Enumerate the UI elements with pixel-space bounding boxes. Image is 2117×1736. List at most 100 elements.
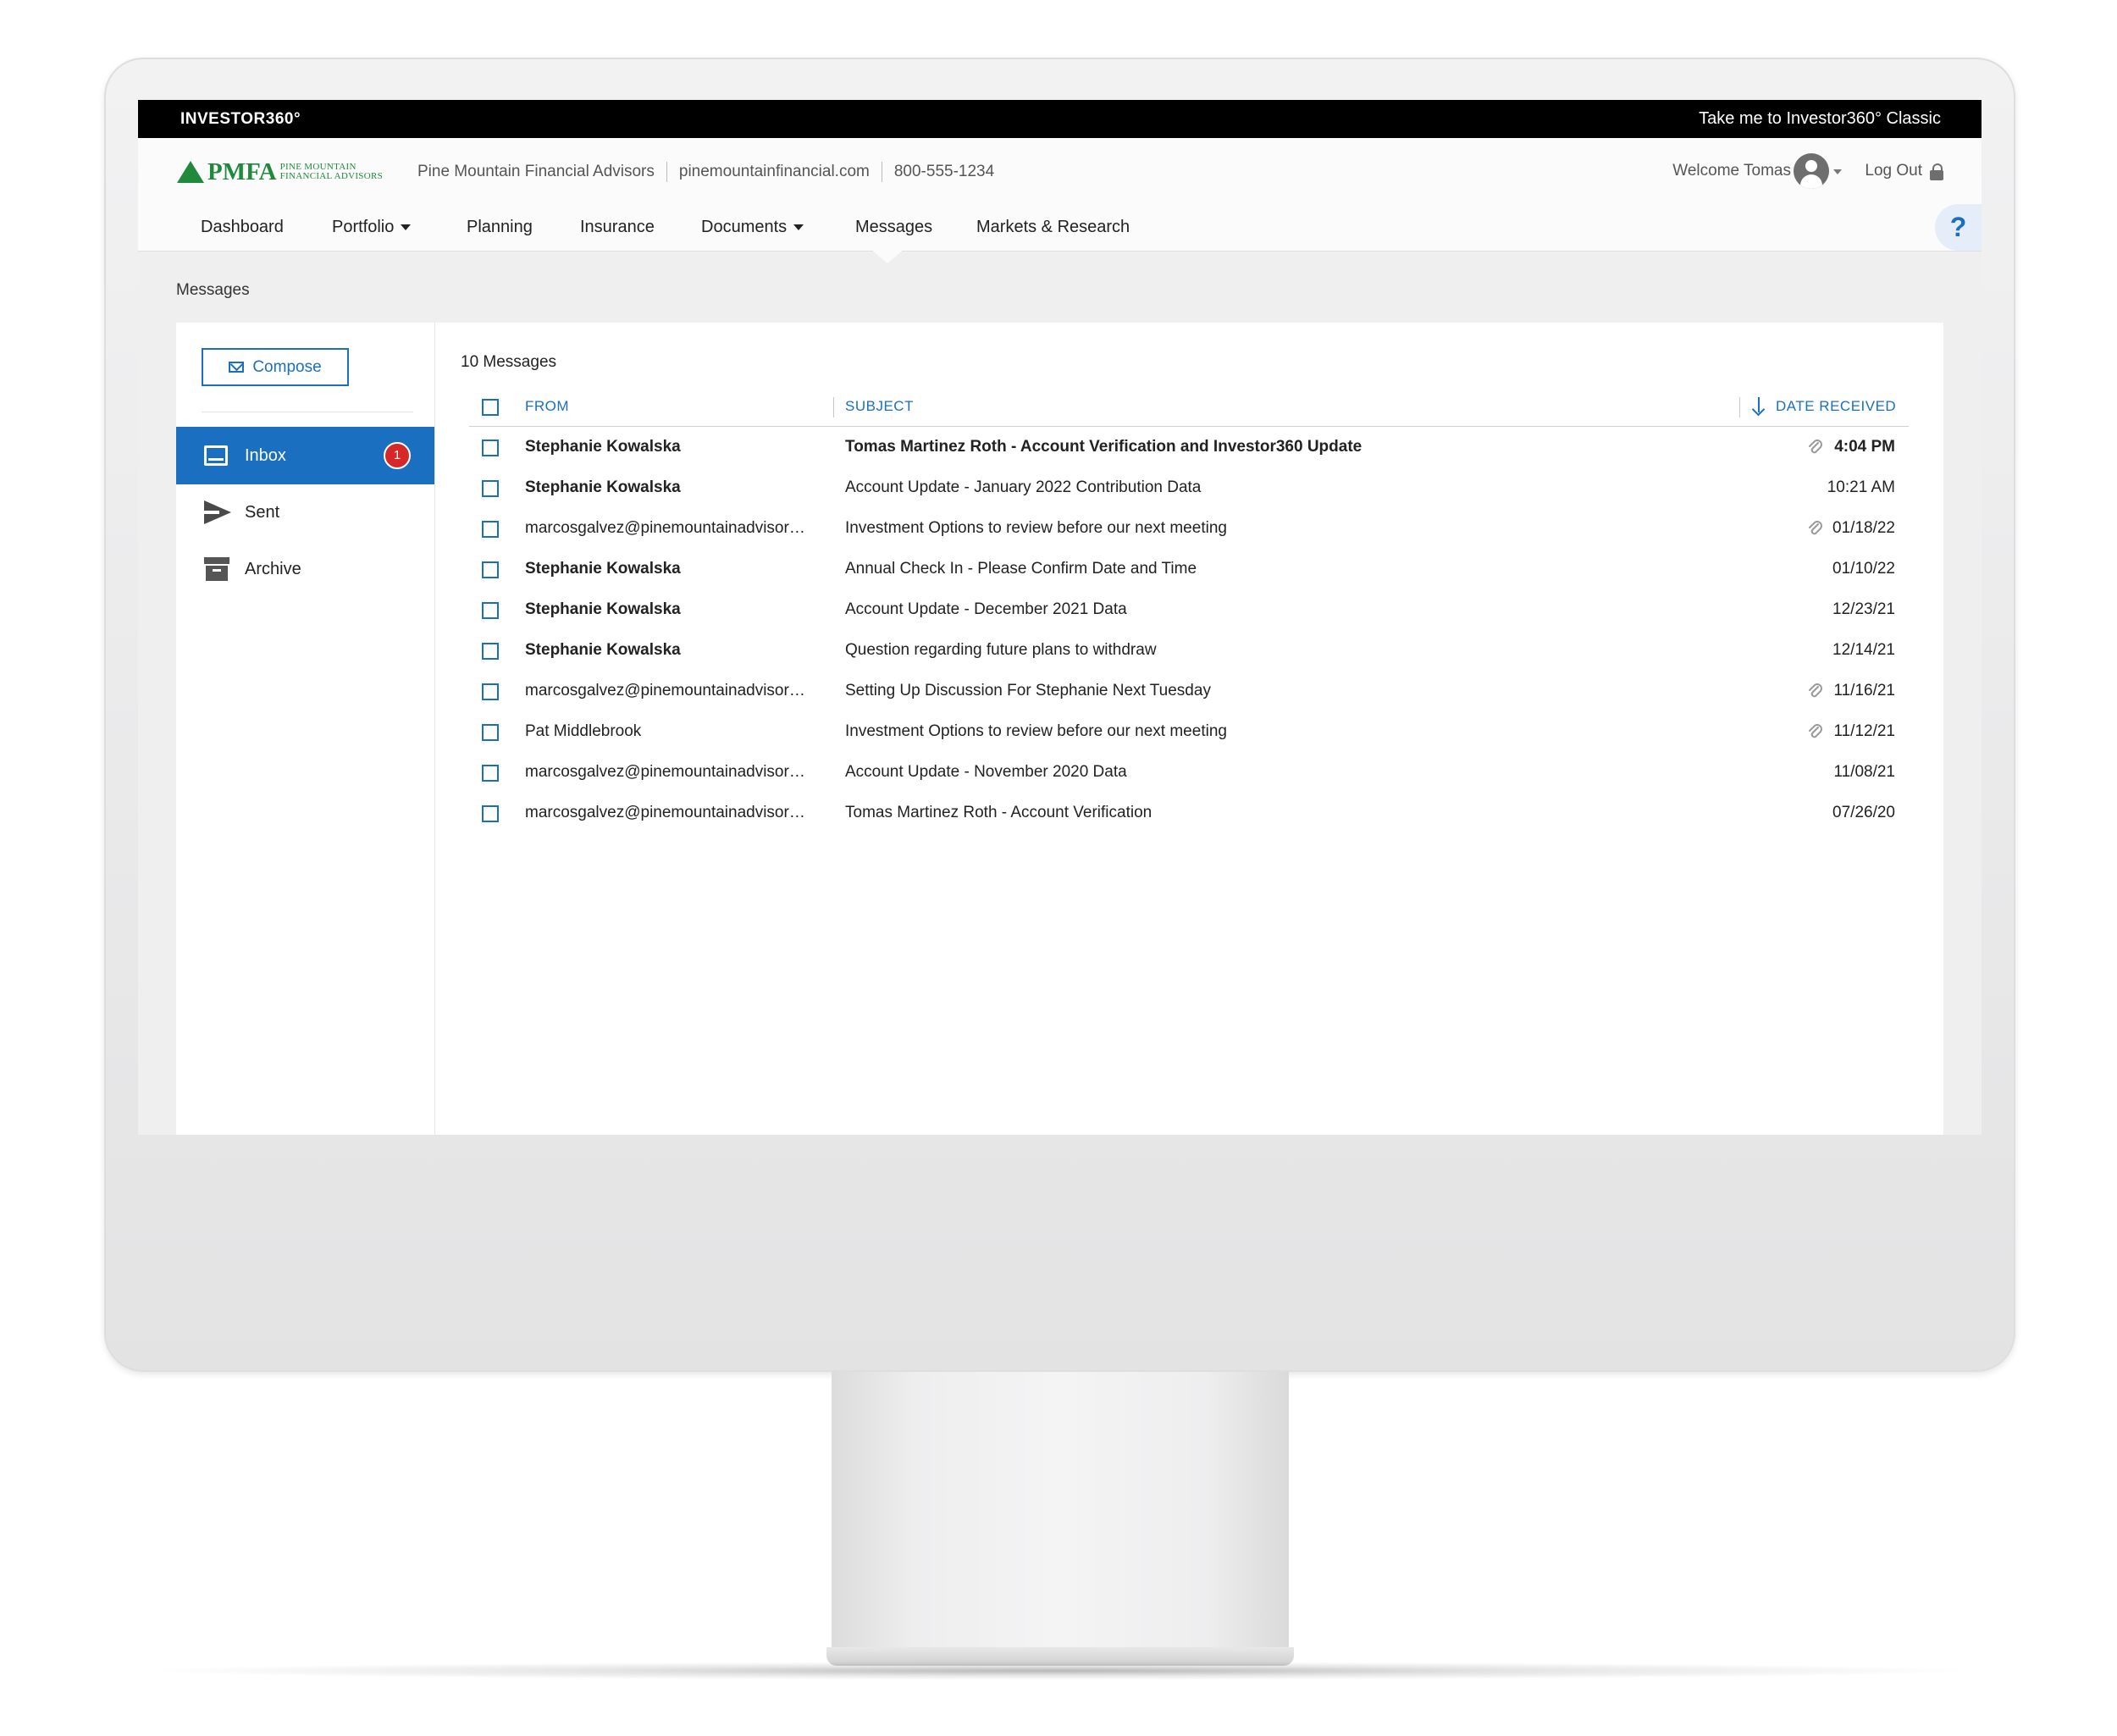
message-subject: Annual Check In - Please Confirm Date an…: [845, 560, 1197, 578]
lock-icon: [1930, 163, 1943, 180]
column-header-date[interactable]: DATE RECEIVED: [1776, 398, 1896, 415]
message-date: 11/08/21: [1833, 763, 1895, 781]
message-subject: Account Update - November 2020 Data: [845, 763, 1127, 781]
message-subject: Account Update - January 2022 Contributi…: [845, 478, 1202, 496]
column-divider: [833, 397, 834, 417]
nav-documents-label: Documents: [701, 218, 788, 236]
message-from: marcosgalvez@pinemountainadvisor…: [525, 763, 805, 781]
send-icon: [204, 500, 231, 524]
nav-insurance[interactable]: Insurance: [580, 218, 655, 237]
message-from: Stephanie Kowalska: [525, 438, 681, 456]
column-header-subject[interactable]: SUBJECT: [845, 398, 914, 415]
table-row[interactable]: marcosgalvez@pinemountainadvisor… Investm…: [469, 509, 1909, 550]
table-row[interactable]: Stephanie Kowalska Question regarding fut…: [469, 631, 1909, 672]
nav-markets-research[interactable]: Markets & Research: [976, 218, 1130, 237]
sidebar-item-sent[interactable]: Sent: [176, 484, 434, 541]
row-checkbox[interactable]: [482, 805, 499, 822]
caret-down-icon: [401, 224, 412, 231]
mountain-icon: [177, 161, 204, 183]
message-subject: Tomas Martinez Roth - Account Verificati…: [845, 804, 1152, 821]
message-date: 10:21 AM: [1827, 478, 1895, 496]
message-subject: Investment Options to review before our …: [845, 722, 1227, 740]
active-nav-pointer: [871, 249, 904, 263]
sidebar-item-label: Inbox: [245, 445, 286, 465]
firm-phone: 800-555-1234: [893, 163, 995, 180]
table-row[interactable]: Stephanie Kowalska Account Update - Decem…: [469, 590, 1909, 631]
row-checkbox[interactable]: [482, 724, 499, 741]
row-checkbox[interactable]: [482, 561, 499, 578]
message-from: marcosgalvez@pinemountainadvisor…: [525, 682, 805, 699]
message-date: 4:04 PM: [1834, 438, 1895, 456]
message-subject: Account Update - December 2021 Data: [845, 600, 1127, 618]
row-checkbox[interactable]: [482, 440, 499, 456]
chevron-down-icon[interactable]: [1833, 169, 1842, 174]
message-count: 10 Messages: [461, 353, 557, 371]
pmfa-logo[interactable]: PMFA PINE MOUNTAIN FINANCIAL ADVISORS: [177, 158, 383, 185]
message-from: marcosgalvez@pinemountainadvisor…: [525, 804, 805, 821]
mail-sidebar: Compose Inbox 1 Sent Archive: [176, 323, 435, 1135]
monitor-stand: [832, 1372, 1289, 1651]
messages-panel: Compose Inbox 1 Sent Archive 10 Messages…: [176, 323, 1943, 1135]
compose-button[interactable]: Compose: [202, 348, 349, 386]
message-from: Pat Middlebrook: [525, 722, 642, 740]
compose-label: Compose: [252, 357, 322, 376]
logo-subtext: PINE MOUNTAIN FINANCIAL ADVISORS: [280, 163, 383, 181]
table-row[interactable]: Stephanie Kowalska Tomas Martinez Roth - …: [469, 428, 1909, 468]
sidebar-item-label: Archive: [245, 559, 301, 578]
nav-messages[interactable]: Messages: [855, 218, 932, 237]
user-avatar-icon[interactable]: [1794, 153, 1829, 189]
row-checkbox[interactable]: [482, 602, 499, 619]
message-from: Stephanie Kowalska: [525, 600, 681, 618]
table-row[interactable]: Stephanie Kowalska Annual Check In - Plea…: [469, 550, 1909, 590]
row-checkbox[interactable]: [482, 643, 499, 660]
message-list: 10 Messages FROM SUBJECT DATE RECEIVED S…: [461, 323, 1917, 1135]
top-bar: INVESTOR360° Take me to Investor360° Cla…: [138, 100, 1982, 138]
nav-planning[interactable]: Planning: [467, 218, 533, 237]
row-checkbox[interactable]: [482, 521, 499, 538]
sidebar-item-inbox[interactable]: Inbox 1: [176, 427, 434, 484]
logout-link[interactable]: Log Out: [1865, 162, 1922, 180]
message-subject: Setting Up Discussion For Stephanie Next…: [845, 682, 1211, 699]
message-date: 11/12/21: [1833, 722, 1895, 740]
divider: [666, 162, 667, 182]
message-from: marcosgalvez@pinemountainadvisor…: [525, 519, 805, 537]
message-from: Stephanie Kowalska: [525, 478, 681, 496]
logo-subtext-line-2: FINANCIAL ADVISORS: [279, 171, 384, 181]
table-row[interactable]: marcosgalvez@pinemountainadvisor… Account…: [469, 753, 1909, 793]
table-header: FROM SUBJECT DATE RECEIVED: [469, 390, 1909, 427]
nav-documents[interactable]: Documents: [701, 218, 804, 237]
message-date: 12/23/21: [1832, 600, 1895, 618]
firm-website[interactable]: pinemountainfinancial.com: [679, 163, 870, 181]
row-checkbox[interactable]: [482, 765, 499, 782]
nav-portfolio-label: Portfolio: [332, 218, 395, 236]
header: PMFA PINE MOUNTAIN FINANCIAL ADVISORS Pi…: [138, 138, 1982, 205]
main-nav: Dashboard Portfolio Planning Insurance D…: [138, 204, 1982, 252]
table-row[interactable]: marcosgalvez@pinemountainadvisor… Tomas M…: [469, 793, 1909, 834]
select-all-checkbox[interactable]: [482, 399, 499, 416]
help-button[interactable]: ?: [1935, 204, 1982, 251]
page-title: Messages: [176, 281, 250, 299]
firm-name: Pine Mountain Financial Advisors: [417, 163, 655, 180]
archive-icon: [204, 557, 229, 581]
unread-badge: 1: [384, 442, 411, 469]
caret-down-icon: [793, 224, 804, 231]
row-checkbox[interactable]: [482, 683, 499, 700]
classic-link[interactable]: Take me to Investor360° Classic: [1699, 109, 1941, 129]
logo-text: PMFA: [207, 158, 277, 185]
table-row[interactable]: Pat Middlebrook Investment Options to rev…: [469, 712, 1909, 753]
message-from: Stephanie Kowalska: [525, 641, 681, 659]
sidebar-item-archive[interactable]: Archive: [176, 540, 434, 598]
investor360-brand: INVESTOR360°: [180, 110, 301, 128]
message-date: 07/26/20: [1832, 804, 1895, 821]
table-row[interactable]: marcosgalvez@pinemountainadvisor… Setting…: [469, 672, 1909, 712]
column-header-from[interactable]: FROM: [525, 398, 569, 415]
message-subject: Investment Options to review before our …: [845, 519, 1227, 537]
stand-shadow: [135, 1661, 1982, 1680]
nav-portfolio[interactable]: Portfolio: [332, 218, 412, 237]
row-checkbox[interactable]: [482, 480, 499, 497]
nav-dashboard[interactable]: Dashboard: [201, 218, 284, 237]
table-row[interactable]: Stephanie Kowalska Account Update - Janua…: [469, 468, 1909, 509]
screen: INVESTOR360° Take me to Investor360° Cla…: [138, 100, 1982, 1135]
envelope-icon: [229, 362, 245, 373]
sort-descending-icon[interactable]: [1751, 395, 1766, 417]
